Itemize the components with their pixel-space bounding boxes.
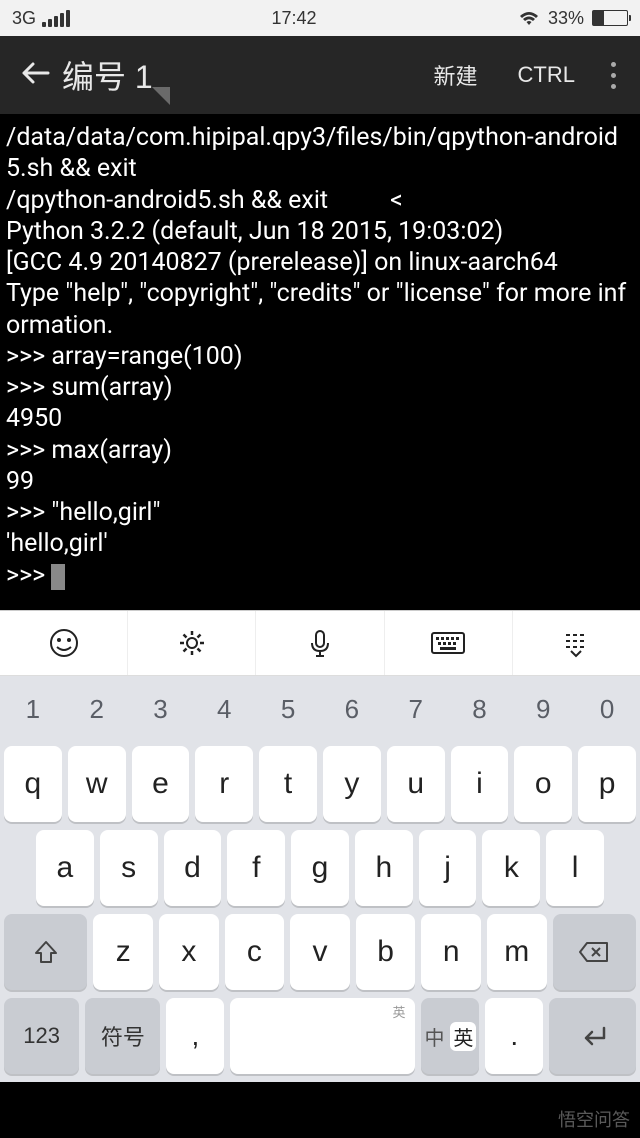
new-button[interactable]: 新建 (414, 59, 498, 91)
clock: 17:42 (271, 8, 316, 29)
key-l[interactable]: l (546, 830, 604, 906)
key-z[interactable]: z (93, 914, 153, 990)
keyboard-number-row: 1234567890 (4, 680, 636, 738)
keyboard-bottom-row: 123 符号 , 英 中 英 . (4, 998, 636, 1082)
language-toggle-key[interactable]: 中 英 (421, 998, 479, 1074)
status-bar: 3G 17:42 33% (0, 0, 640, 36)
key-g[interactable]: g (291, 830, 349, 906)
key-t[interactable]: t (259, 746, 317, 822)
key-n[interactable]: n (421, 914, 481, 990)
status-left: 3G (12, 8, 70, 29)
key-o[interactable]: o (514, 746, 572, 822)
space-lang-hint: 英 (392, 1002, 405, 1021)
lang-cn: 中 (421, 1022, 447, 1051)
wifi-icon (518, 9, 540, 27)
key-5[interactable]: 5 (259, 680, 317, 738)
key-e[interactable]: e (132, 746, 190, 822)
period-key[interactable]: . (485, 998, 543, 1074)
key-i[interactable]: i (451, 746, 509, 822)
key-k[interactable]: k (482, 830, 540, 906)
ctrl-button[interactable]: CTRL (498, 62, 595, 88)
battery-icon (592, 10, 628, 26)
key-c[interactable]: c (225, 914, 285, 990)
key-x[interactable]: x (159, 914, 219, 990)
key-v[interactable]: v (290, 914, 350, 990)
key-q[interactable]: q (4, 746, 62, 822)
back-button[interactable] (8, 58, 62, 93)
key-2[interactable]: 2 (68, 680, 126, 738)
keyboard-row-3: zxcvbnm (4, 914, 636, 990)
key-b[interactable]: b (356, 914, 416, 990)
status-right: 33% (518, 8, 628, 29)
hide-keyboard-button[interactable] (513, 611, 640, 675)
key-4[interactable]: 4 (195, 680, 253, 738)
keyboard-switch-button[interactable] (385, 611, 513, 675)
key-f[interactable]: f (227, 830, 285, 906)
shift-key[interactable] (4, 914, 87, 990)
comma-key[interactable]: , (166, 998, 224, 1074)
key-a[interactable]: a (36, 830, 94, 906)
key-y[interactable]: y (323, 746, 381, 822)
keyboard-toprow (0, 610, 640, 676)
overflow-menu-button[interactable] (595, 62, 632, 89)
key-w[interactable]: w (68, 746, 126, 822)
terminal-output[interactable]: /data/data/com.hipipal.qpy3/files/bin/qp… (0, 114, 640, 610)
backspace-key[interactable] (553, 914, 636, 990)
key-7[interactable]: 7 (387, 680, 445, 738)
key-8[interactable]: 8 (451, 680, 509, 738)
network-label: 3G (12, 8, 36, 29)
numeric-mode-key[interactable]: 123 (4, 998, 79, 1074)
soft-keyboard: 1234567890 qwertyuiop asdfghjkl zxcvbnm … (0, 676, 640, 1082)
title-text: 编号 1 (62, 59, 153, 95)
key-j[interactable]: j (419, 830, 477, 906)
key-9[interactable]: 9 (514, 680, 572, 738)
app-toolbar: 编号 1 新建 CTRL (0, 36, 640, 114)
key-r[interactable]: r (195, 746, 253, 822)
dropdown-caret-icon (152, 76, 170, 113)
keyboard-row-2: asdfghjkl (4, 830, 636, 906)
watermark: 悟空问答 (558, 1106, 630, 1132)
settings-button[interactable] (128, 611, 256, 675)
key-m[interactable]: m (487, 914, 547, 990)
key-1[interactable]: 1 (4, 680, 62, 738)
key-3[interactable]: 3 (132, 680, 190, 738)
space-key[interactable]: 英 (230, 998, 415, 1074)
key-p[interactable]: p (578, 746, 636, 822)
key-s[interactable]: s (100, 830, 158, 906)
symbol-mode-key[interactable]: 符号 (85, 998, 160, 1074)
battery-pct: 33% (548, 8, 584, 29)
keyboard-row-1: qwertyuiop (4, 746, 636, 822)
key-6[interactable]: 6 (323, 680, 381, 738)
toolbar-title[interactable]: 编号 1 (62, 52, 414, 98)
key-d[interactable]: d (164, 830, 222, 906)
signal-icon (42, 10, 70, 27)
key-u[interactable]: u (387, 746, 445, 822)
enter-key[interactable] (549, 998, 636, 1074)
key-h[interactable]: h (355, 830, 413, 906)
voice-input-button[interactable] (256, 611, 384, 675)
emoji-button[interactable] (0, 611, 128, 675)
lang-en: 英 (450, 1022, 476, 1051)
key-0[interactable]: 0 (578, 680, 636, 738)
